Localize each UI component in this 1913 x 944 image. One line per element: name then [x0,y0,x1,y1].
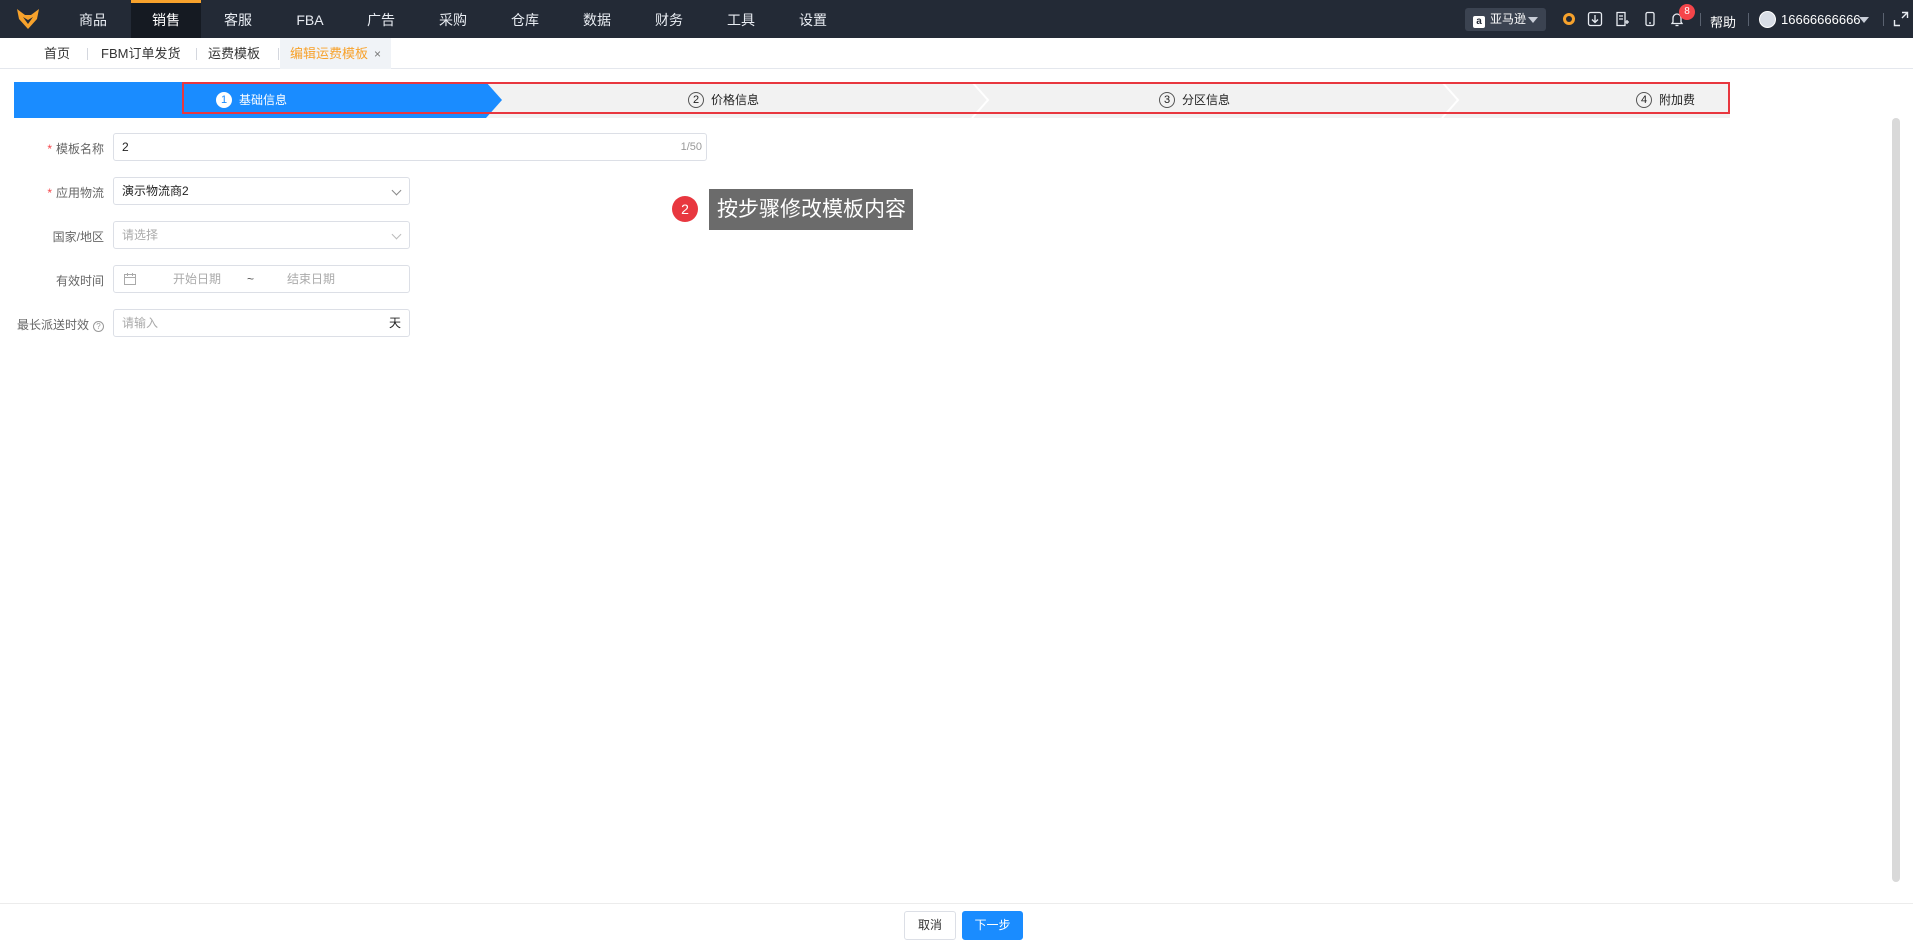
valid-time-label: 有效时间 [55,274,104,288]
divider [1883,13,1884,26]
nav-sales[interactable]: 销售 [131,0,201,38]
nav-data[interactable]: 数据 [578,0,616,38]
chevron-down-icon [391,229,402,240]
nav-ads[interactable]: 广告 [363,0,399,38]
footer-bar [0,903,1913,944]
chevron-down-icon [391,185,402,196]
steps-highlight-box [182,82,1730,114]
template-name-input[interactable]: 2 1/50 [113,133,707,161]
help-link[interactable]: 帮助 [1710,12,1736,31]
task-list-icon[interactable] [1614,11,1630,27]
username[interactable]: 16666666666 [1781,12,1861,27]
nav-warehouse[interactable]: 仓库 [506,0,544,38]
divider [1700,13,1701,26]
marketplace-select[interactable]: a 亚马逊 [1465,8,1546,31]
logistics-value: 演示物流商2 [122,184,189,198]
template-name-label: * 模板名称 [47,142,104,156]
logistics-label-wrap: * 应用物流 [0,184,104,204]
logistics-label: * 应用物流 [47,186,104,200]
nav-customer-service[interactable]: 客服 [219,0,257,38]
unit-suffix: 天 [388,316,401,330]
valid-time-label-wrap: 有效时间 [0,272,104,292]
nav-fba[interactable]: FBA [292,0,328,38]
annotation-number-badge: 2 [672,196,698,222]
next-step-button[interactable]: 下一步 [962,911,1023,940]
max-delivery-label-wrap: 最长派送时效? [0,316,104,336]
nav-finance[interactable]: 财务 [650,0,688,38]
country-select[interactable]: 请选择 [113,221,410,249]
tabs-bar: 首页 FBM订单发货 运费模板 编辑运费模板 × [0,38,1913,69]
max-delivery-input[interactable]: 请输入 天 [113,309,410,337]
nav-purchasing[interactable]: 采购 [434,0,472,38]
top-nav: 商品 销售 客服 FBA 广告 采购 仓库 数据 财务 工具 设置 a 亚马逊 8… [0,0,1913,38]
nav-tools[interactable]: 工具 [722,0,760,38]
max-delivery-label: 最长派送时效? [17,316,104,333]
template-name-label-wrap: * 模板名称 [0,140,104,160]
question-circle-icon[interactable]: ? [93,321,104,332]
tab-label: 编辑运费模板 [290,46,369,61]
tab-divider [196,48,197,60]
tab-divider [87,48,88,60]
tab-home[interactable]: 首页 [44,38,70,69]
divider [1748,13,1749,26]
annotation-callout: 按步骤修改模板内容 [709,189,913,230]
char-counter: 1/50 [680,141,702,153]
download-icon[interactable] [1587,11,1603,27]
tab-fbm-shipping[interactable]: FBM订单发货 [101,38,180,69]
close-icon[interactable]: × [374,47,381,61]
tab-divider [278,48,279,60]
marketplace-label: 亚马逊 [1490,12,1527,26]
tab-shipping-templates[interactable]: 运费模板 [208,38,260,69]
country-label-wrap: 国家/地区 [0,228,104,248]
country-label: 国家/地区 [52,230,104,244]
notification-badge: 8 [1679,4,1695,20]
fullscreen-icon[interactable] [1893,11,1909,27]
mobile-icon[interactable] [1642,11,1658,27]
tab-edit-shipping-template[interactable]: 编辑运费模板 × [280,38,392,69]
caret-down-icon [1528,17,1538,23]
start-date-placeholder[interactable]: 开始日期 [173,266,221,292]
cancel-button[interactable]: 取消 [904,911,956,940]
logistics-select[interactable]: 演示物流商2 [113,177,410,205]
template-name-value: 2 [122,140,129,154]
caret-down-icon[interactable] [1859,17,1869,23]
date-range-picker[interactable]: 开始日期 ~ 结束日期 [113,265,410,293]
nav-settings[interactable]: 设置 [794,0,832,38]
avatar[interactable] [1759,11,1776,28]
nav-products[interactable]: 商品 [74,0,112,38]
fox-logo-icon[interactable] [14,5,42,33]
headset-icon[interactable] [1561,11,1577,27]
date-separator: ~ [247,272,255,286]
vertical-scrollbar[interactable] [1892,118,1900,882]
calendar-icon [124,273,136,285]
end-date-placeholder[interactable]: 结束日期 [287,266,335,292]
amazon-icon: a [1473,16,1485,28]
max-delivery-placeholder: 请输入 [122,316,159,330]
country-placeholder: 请选择 [122,228,159,242]
